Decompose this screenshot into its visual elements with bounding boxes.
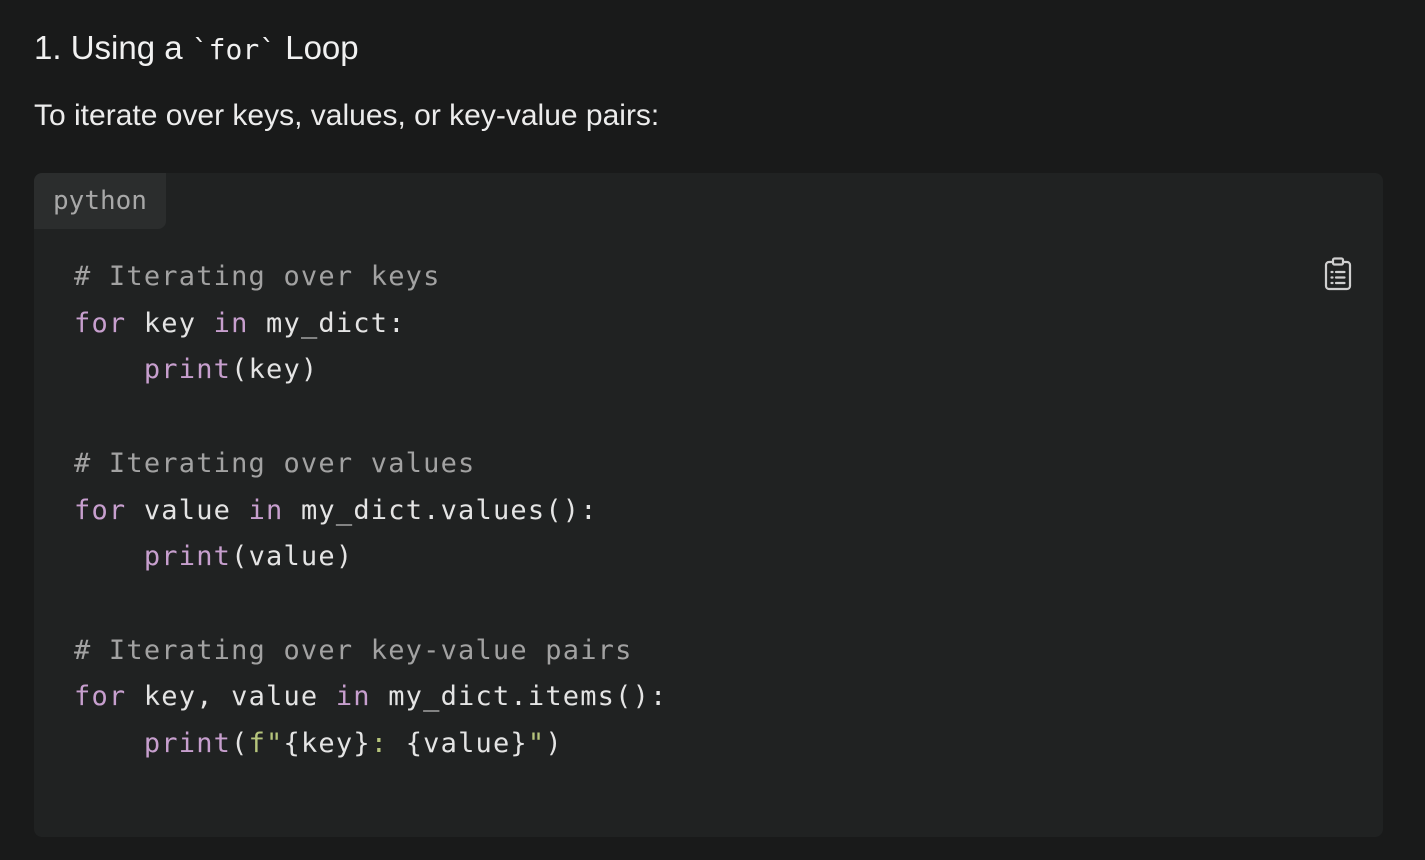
code-token-kw: for [74, 307, 127, 339]
code-token-kw: in [213, 307, 249, 339]
code-token-kw: in [248, 494, 284, 526]
code-token-kw: print [143, 541, 232, 573]
code-content: # Iterating over keys for key in my_dict… [74, 254, 668, 768]
code-token-plain: {key} [283, 728, 371, 760]
code-token-plain: key [126, 307, 214, 339]
code-token-plain: (key) [231, 354, 319, 386]
code-line: for key, value in my_dict.items(): [74, 681, 668, 712]
code-token-plain: my_dict: [248, 307, 406, 339]
copy-code-button[interactable] [1323, 257, 1353, 291]
code-token-comment: # Iterating over keys [74, 261, 441, 292]
code-line: for value in my_dict.values(): [74, 495, 598, 526]
answer-page: 1. Using a `for` Loop To iterate over ke… [0, 0, 1425, 860]
code-token-str: f" [248, 728, 284, 760]
code-token-plain: {value} [405, 728, 528, 760]
code-token-kw: for [74, 681, 127, 713]
code-language-label: python [34, 173, 166, 229]
code-line: print(key) [74, 354, 318, 385]
code-line: # Iterating over keys [74, 261, 441, 292]
code-line: print(f"{key}: {value}") [74, 728, 563, 759]
code-token-kw: print [143, 354, 232, 386]
code-token-kw: print [143, 728, 232, 760]
heading-prefix: 1. Using a [34, 29, 192, 66]
code-token-comment: # Iterating over values [74, 447, 476, 479]
heading-suffix: Loop [276, 29, 359, 66]
code-token-str: " [527, 728, 546, 760]
code-token-plain: value [126, 494, 249, 526]
code-line: # Iterating over values [74, 448, 475, 479]
code-token-str: : [370, 728, 406, 760]
section-heading: 1. Using a `for` Loop [34, 26, 359, 72]
clipboard-icon [1324, 257, 1352, 291]
code-token-comment: # Iterating over key-value pairs [74, 634, 633, 666]
code-token-kw: in [335, 681, 371, 713]
code-line: for key in my_dict: [74, 308, 406, 339]
code-token-plain: ( [231, 728, 249, 760]
code-token-plain: (value) [231, 541, 354, 573]
code-token-plain: my_dict.values(): [283, 494, 598, 526]
code-token-plain: my_dict.items(): [370, 681, 668, 713]
heading-inline-code: `for` [191, 33, 277, 66]
code-token-plain: key, value [126, 681, 336, 713]
code-token-kw: for [74, 494, 127, 526]
code-block: python # Iterating over keys for key in … [34, 173, 1383, 837]
intro-paragraph: To iterate over keys, values, or key-val… [34, 99, 660, 132]
code-line: print(value) [74, 541, 353, 572]
code-line: # Iterating over key-value pairs [74, 635, 633, 666]
code-token-plain: ) [545, 728, 563, 760]
